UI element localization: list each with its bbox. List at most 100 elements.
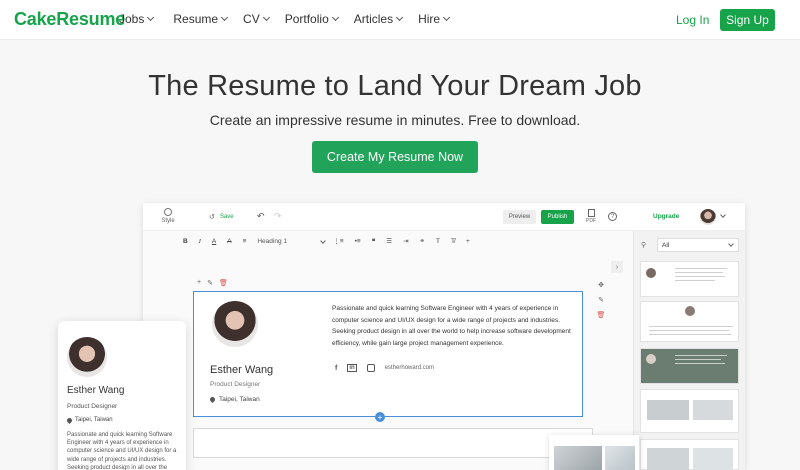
cakeresume-logo[interactable]: CakeResume [14, 9, 125, 30]
numbered-list-icon[interactable]: ⋮≡ [333, 237, 343, 245]
template-image [693, 448, 733, 470]
profile-card-name: Esther Wang [67, 385, 125, 396]
gallery-image [605, 446, 635, 470]
menu-resume[interactable]: Resume [173, 12, 229, 26]
menu-articles-label: Articles [353, 12, 394, 26]
website-link[interactable]: estherhoward.com [385, 365, 434, 371]
menu-cv-label: CV [243, 12, 260, 26]
indent-icon[interactable]: ⇥ [403, 237, 408, 245]
pdf-label: PDF [586, 218, 596, 224]
editor-top-bar: Style ↺ Save ↶ ↷ Preview Publish PDF ? U… [143, 203, 745, 231]
add-icon[interactable]: + [197, 279, 201, 287]
chevron-down-icon [221, 13, 229, 22]
resume-next-section[interactable] [193, 428, 593, 458]
move-icon[interactable]: ✥ [598, 281, 604, 289]
upgrade-link[interactable]: Upgrade [653, 213, 679, 220]
trash-icon[interactable]: 🗑 [597, 311, 606, 319]
hero-subtitle: Create an impressive resume in minutes. … [209, 112, 581, 128]
template-filter-select[interactable]: All [657, 238, 739, 252]
instagram-icon[interactable] [366, 364, 375, 372]
edit-icon[interactable]: ✎ [207, 279, 213, 287]
resume-location: Taipei, Taiwan [208, 395, 260, 404]
profile-card-location-text: Taipei, Taiwan [75, 417, 113, 423]
style-button[interactable]: Style [161, 208, 175, 224]
trash-icon[interactable]: 🗑 [219, 279, 228, 287]
align-center-icon[interactable]: ☰ [386, 237, 392, 245]
section-side-tools: ✥ ✎ 🗑 [594, 281, 608, 319]
profile-card-bio: Passionate and quick learning Software E… [67, 432, 177, 470]
bold-icon[interactable]: B [183, 238, 188, 245]
edit-icon[interactable]: ✎ [598, 296, 604, 304]
clear-format-icon[interactable]: T̸ [451, 238, 455, 245]
text-color-icon[interactable]: T [436, 238, 440, 245]
heading-select-value: Heading 1 [257, 237, 287, 245]
template-avatar [685, 306, 695, 316]
template-thumbnail[interactable] [640, 261, 739, 297]
template-text-line [675, 363, 725, 364]
login-link[interactable]: Log In [676, 13, 709, 27]
template-thumbnail[interactable] [640, 439, 739, 470]
menu-cv[interactable]: CV [243, 12, 270, 26]
resume-role: Product Designer [210, 381, 261, 388]
editor-preview: Style ↺ Save ↶ ↷ Preview Publish PDF ? U… [143, 203, 745, 470]
menu-portfolio[interactable]: Portfolio [284, 12, 339, 26]
user-avatar[interactable] [700, 209, 716, 225]
template-text-line [649, 326, 733, 327]
profile-photo [212, 301, 258, 347]
profile-photo [67, 337, 107, 377]
pdf-button[interactable]: PDF [586, 209, 596, 224]
menu-hire-label: Hire [418, 12, 441, 26]
preview-button[interactable]: Preview [503, 210, 536, 224]
template-text-line [675, 355, 727, 356]
menu-portfolio-label: Portfolio [284, 12, 329, 26]
resume-location-text: Taipei, Taiwan [219, 396, 260, 403]
linkedin-icon[interactable]: in [347, 364, 357, 372]
heading-select[interactable]: Heading 1 [257, 237, 327, 245]
menu-hire[interactable]: Hire [418, 12, 451, 26]
bullet-list-icon[interactable]: •≡ [355, 238, 361, 245]
collapse-panel-icon[interactable]: › [611, 261, 623, 273]
formatting-toolbar: B I A A ≡ Heading 1 ⋮≡ •≡ ❝ ☰ ⇥ ⚭ T T̸ + [183, 233, 578, 249]
history-icon: ↺ [209, 214, 215, 221]
template-avatar [646, 268, 656, 278]
template-text-line [675, 268, 727, 269]
template-avatar [646, 354, 656, 364]
template-image [693, 400, 733, 420]
profile-card-location: Taipei, Taiwan [65, 416, 113, 424]
add-icon[interactable]: + [466, 238, 470, 245]
template-text-line [675, 272, 723, 273]
redo-icon[interactable]: ↷ [274, 211, 282, 222]
underline-icon[interactable]: A [212, 238, 216, 245]
save-button[interactable]: ↺ Save [209, 213, 234, 221]
section-tools: + ✎ 🗑 [197, 279, 228, 287]
menu-jobs[interactable]: Jobs [119, 12, 155, 26]
template-image [647, 400, 689, 420]
help-icon[interactable]: ? [608, 212, 617, 221]
menu-articles[interactable]: Articles [353, 12, 404, 26]
chevron-down-icon[interactable] [720, 212, 726, 218]
pdf-icon [587, 209, 595, 217]
undo-icon[interactable]: ↶ [257, 211, 265, 222]
align-left-icon[interactable]: ≡ [243, 238, 247, 245]
template-panel: ⚲ All [633, 231, 745, 470]
resume-bio: Passionate and quick learning Software E… [332, 305, 571, 347]
template-thumbnail[interactable] [640, 389, 739, 433]
chevron-down-icon [262, 13, 270, 22]
italic-icon[interactable]: I [199, 238, 201, 245]
style-label: Style [161, 218, 175, 224]
quote-icon[interactable]: ❝ [372, 237, 376, 245]
create-resume-button[interactable]: Create My Resume Now [312, 141, 478, 173]
template-thumbnail[interactable] [640, 301, 739, 342]
signup-button[interactable]: Sign Up [720, 9, 775, 31]
template-thumbnail[interactable] [640, 348, 739, 384]
publish-button[interactable]: Publish [541, 210, 574, 224]
resume-header-section[interactable]: Esther Wang Product Designer Taipei, Tai… [193, 291, 583, 417]
add-section-icon[interactable]: + [375, 412, 385, 422]
link-icon[interactable]: ⚭ [420, 237, 425, 245]
filter-icon[interactable]: ⚲ [641, 241, 646, 249]
strikethrough-icon[interactable]: A [227, 238, 231, 245]
facebook-icon[interactable]: f [335, 365, 337, 372]
menu-jobs-label: Jobs [119, 12, 145, 26]
template-image [647, 448, 689, 470]
template-text-line [675, 280, 715, 281]
